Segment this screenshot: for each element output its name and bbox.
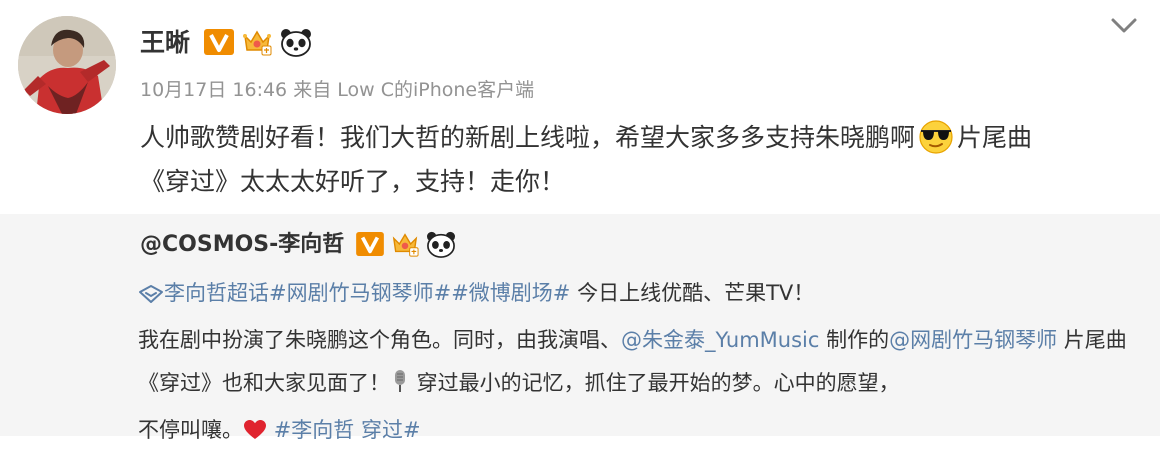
content-text-2: 片尾曲 — [957, 123, 1033, 152]
topic-link[interactable]: #网剧竹马钢琴师# — [269, 281, 451, 305]
avatar[interactable] — [18, 16, 116, 114]
retweet-text-3: 制作的 — [819, 328, 890, 352]
post-source: Low C的iPhone客户端 — [337, 79, 535, 101]
verified-badge-icon[interactable] — [204, 29, 234, 59]
username-link[interactable]: 王晰 — [140, 26, 190, 60]
member-crown-icon[interactable] — [391, 230, 419, 262]
chevron-down-icon[interactable] — [1110, 16, 1138, 36]
retweet-text-2: 我在剧中扮演了朱晓鹏这个角色。同时，由我演唱、 — [138, 328, 621, 352]
post-timestamp[interactable]: 10月17日 16:46 — [140, 79, 287, 101]
microphone-icon — [390, 366, 410, 409]
supertopic-link[interactable]: 李向哲超话 — [164, 281, 269, 305]
heart-icon — [243, 413, 267, 456]
verified-badge-icon[interactable] — [356, 232, 384, 260]
content-text-3: 《穿过》太太太好听了，支持！走你！ — [140, 167, 566, 196]
retweet-text: 李向哲超话#网剧竹马钢琴师##微博剧场# 今日上线优酷、芒果TV！ 我在剧中扮演… — [138, 272, 1138, 456]
retweet-text-6: 不停叫嚷。 — [138, 418, 243, 442]
source-prefix: 来自 — [293, 79, 332, 101]
sunglasses-emoji-icon — [916, 116, 956, 156]
retweet-text-1: 今日上线优酷、芒果TV！ — [570, 281, 815, 305]
topic-link[interactable]: #微博剧场# — [451, 281, 570, 305]
retweet-username-link[interactable]: @COSMOS-李向哲 — [140, 228, 344, 262]
panda-badge-icon[interactable] — [280, 27, 312, 61]
retweet-text-5: 穿过最小的记忆，抓住了最开始的梦。心中的愿望， — [410, 371, 900, 395]
supertopic-icon — [138, 276, 164, 319]
user-badges — [204, 28, 312, 60]
post-meta: 10月17日 16:46 来自 Low C的iPhone客户端 — [140, 76, 534, 104]
topic-link[interactable]: #李向哲 穿过# — [274, 418, 421, 442]
retweet-user-badges — [356, 231, 456, 261]
retweet-card[interactable]: @COSMOS-李向哲 李向哲超话#网剧竹马钢琴师##微博剧场# 今日上线优酷、… — [0, 214, 1160, 442]
panda-badge-icon[interactable] — [426, 230, 456, 262]
content-text-1: 人帅歌赞剧好看！我们大哲的新剧上线啦，希望大家多多支持朱晓鹏啊 — [140, 123, 916, 152]
mention-link[interactable]: @网剧竹马钢琴师 — [889, 328, 1057, 352]
mention-link[interactable]: @朱金泰_YumMusic — [621, 328, 819, 352]
member-crown-icon[interactable] — [242, 27, 272, 61]
post-content: 人帅歌赞剧好看！我们大哲的新剧上线啦，希望大家多多支持朱晓鹏啊 片尾曲 《穿过》… — [140, 116, 1145, 204]
